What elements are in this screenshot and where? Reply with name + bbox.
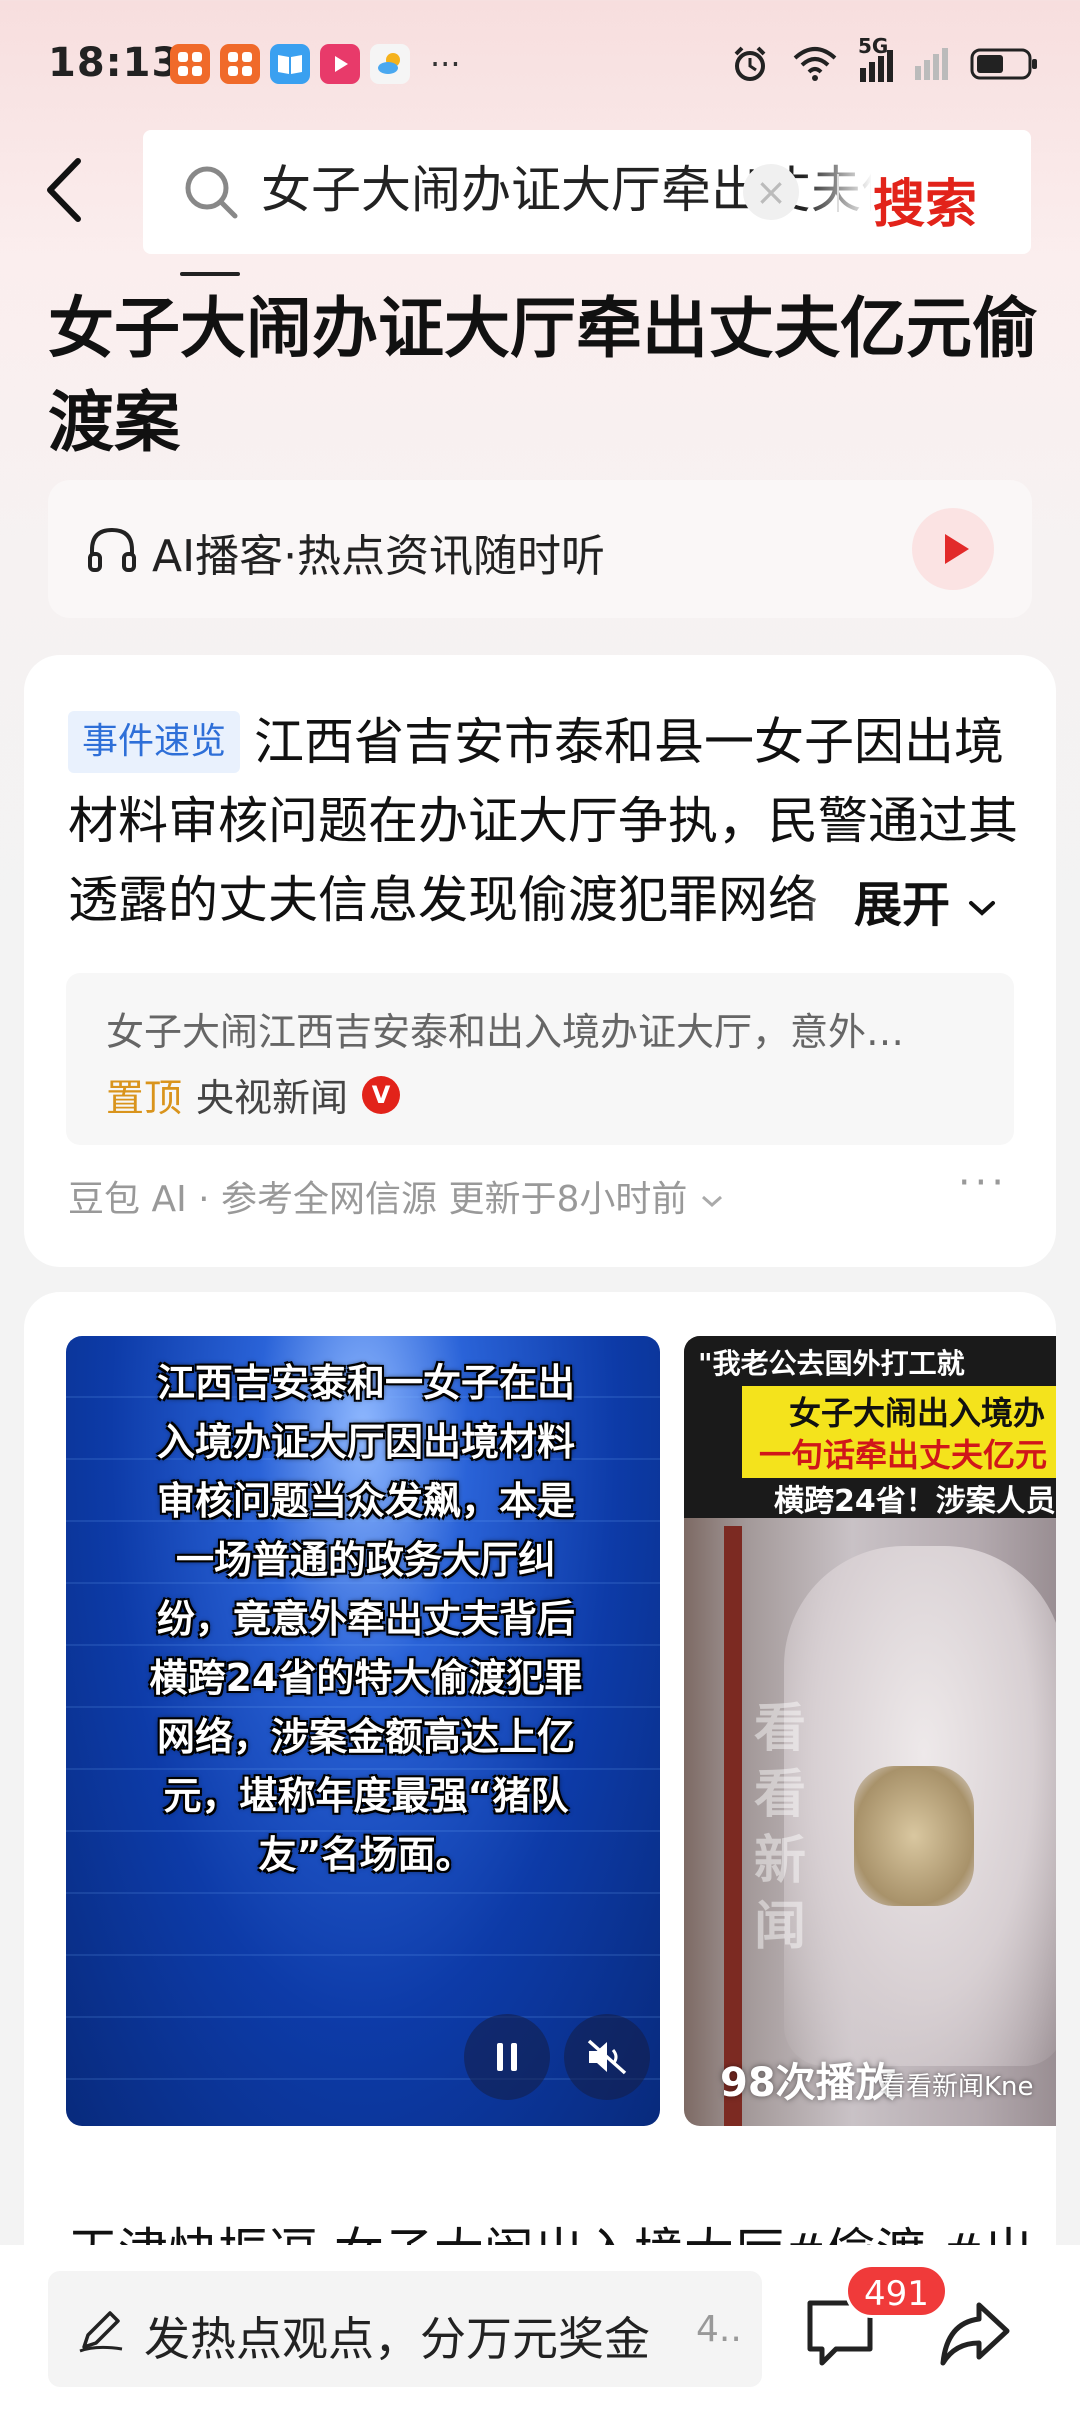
video-banner-line: 横跨24省！涉案人员 bbox=[774, 1484, 1056, 1519]
expand-button[interactable]: 展开 bbox=[804, 867, 1024, 943]
headphones-icon bbox=[88, 527, 136, 572]
more-options-button[interactable]: ··· bbox=[958, 1160, 1008, 1206]
divider bbox=[837, 174, 839, 212]
pinned-label: 置顶 bbox=[106, 1076, 183, 1120]
mute-icon bbox=[587, 2039, 627, 2075]
chevron-left-icon bbox=[47, 158, 81, 222]
system-status: 5G bbox=[730, 34, 1040, 84]
video-player-2[interactable]: 看看新闻 "我老公去国外打工就 女子大闹出入境办 一句话牵出丈夫亿元 横跨24省… bbox=[684, 1336, 1056, 2126]
expand-label: 展开 bbox=[854, 877, 951, 933]
play-icon bbox=[945, 534, 969, 564]
search-icon bbox=[185, 166, 238, 219]
chevron-down-icon bbox=[701, 1195, 722, 1208]
bottom-bar: 发热点观点，分万元奖金 4.. 491 bbox=[0, 2245, 1080, 2412]
share-icon bbox=[940, 2302, 1010, 2366]
signal-icon: 5G bbox=[858, 34, 893, 82]
network-type: 5G bbox=[858, 34, 889, 58]
weather-icon bbox=[370, 44, 410, 84]
event-tag: 事件速览 bbox=[68, 711, 241, 773]
pause-icon bbox=[497, 2043, 517, 2071]
video-player-1[interactable]: 江西吉安泰和一女子在出入境办证大厅因出境材料审核问题当众发飙，本是一场普通的政务… bbox=[66, 1336, 660, 2126]
back-button[interactable] bbox=[40, 155, 100, 225]
comment-placeholder: 发热点观点，分万元奖金 bbox=[144, 2312, 650, 2366]
mute-button[interactable] bbox=[564, 2014, 650, 2100]
wifi-icon bbox=[793, 47, 837, 81]
more-notifications: ··· bbox=[430, 45, 461, 83]
clear-search-button[interactable]: × bbox=[743, 164, 799, 220]
video-icon bbox=[320, 44, 360, 84]
verified-badge: V bbox=[362, 1075, 401, 1114]
share-button[interactable] bbox=[935, 2293, 1015, 2373]
source-item[interactable]: 女子大闹江西吉安泰和出入境办证大厅，意外… 置顶 央视新闻 V bbox=[66, 973, 1014, 1145]
footer-text: 豆包 AI · 参考全网信源 更新于8小时前 bbox=[68, 1179, 688, 1220]
comment-count-badge: 491 bbox=[845, 2264, 948, 2318]
search-box[interactable]: 女子大闹办证大厅牵出丈夫亿元偷渡案 × 搜索 bbox=[143, 130, 1031, 254]
pen-icon bbox=[79, 2311, 123, 2353]
alarm-icon bbox=[734, 46, 766, 81]
source-meta: 置顶 央视新闻 V bbox=[106, 1067, 401, 1122]
podcast-label: AI播客·热点资讯随时听 bbox=[152, 531, 606, 582]
video-caption: 江西吉安泰和一女子在出入境办证大厅因出境材料审核问题当众发飙，本是一场普通的政务… bbox=[149, 1361, 583, 1877]
video-banner-line: "我老公去国外打工就 bbox=[698, 1347, 965, 1380]
page-title: 女子大闹办证大厅牵出丈夫亿元偷渡案 bbox=[48, 290, 1038, 461]
book-icon bbox=[270, 44, 310, 84]
video-banner: "我老公去国外打工就 女子大闹出入境办 一句话牵出丈夫亿元 横跨24省！涉案人员 bbox=[684, 1336, 1056, 1519]
channel-logo: 看看新闻Kne bbox=[880, 2072, 1034, 2102]
tab-indicator bbox=[180, 272, 240, 276]
ai-podcast-bar[interactable]: AI播客·热点资讯随时听 bbox=[48, 480, 1032, 618]
source-name: 央视新闻 bbox=[196, 1076, 349, 1120]
chevron-down-icon bbox=[968, 901, 995, 916]
status-bar: 18:13 ··· 5G bbox=[0, 0, 1080, 135]
play-count: 98次播放 bbox=[720, 2060, 896, 2106]
status-time: 18:13 bbox=[48, 40, 181, 86]
pause-button[interactable] bbox=[464, 2014, 550, 2100]
notification-icons: ··· bbox=[170, 44, 461, 84]
source-title: 女子大闹江西吉安泰和出入境办证大厅，意外… bbox=[106, 1010, 905, 1054]
search-button[interactable]: 搜索 bbox=[873, 162, 977, 237]
video-banner-line: 女子大闹出入境办 bbox=[789, 1394, 1046, 1432]
app-icon bbox=[220, 44, 260, 84]
ai-source-footer[interactable]: 豆包 AI · 参考全网信源 更新于8小时前 bbox=[68, 1170, 725, 1222]
video-card: 江西吉安泰和一女子在出入境办证大厅因出境材料审核问题当众发飙，本是一场普通的政务… bbox=[24, 1292, 1056, 2412]
signal-2-icon bbox=[915, 48, 948, 80]
podcast-play-button[interactable] bbox=[912, 508, 994, 590]
comment-input[interactable]: 发热点观点，分万元奖金 4.. bbox=[48, 2271, 762, 2387]
comment-suffix: 4.. bbox=[696, 2309, 742, 2350]
video-banner-line: 一句话牵出丈夫亿元 bbox=[759, 1436, 1048, 1474]
event-summary-card: 事件速览 江西省吉安市泰和县一女子因出境材料审核问题在办证大厅争执，民警通过其透露… bbox=[24, 655, 1056, 1267]
app-icon bbox=[170, 44, 210, 84]
video-watermark: 看看新闻 bbox=[754, 1699, 807, 1957]
battery-icon bbox=[970, 48, 1037, 80]
